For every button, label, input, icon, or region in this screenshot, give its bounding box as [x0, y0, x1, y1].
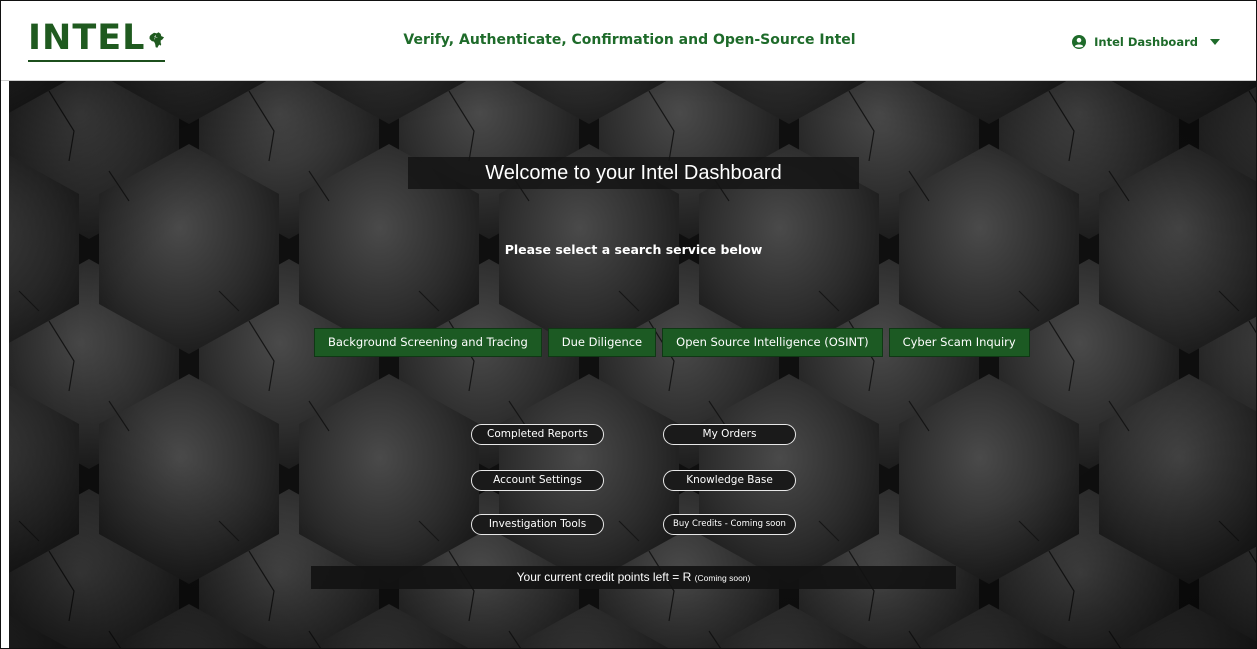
chevron-down-icon [1210, 39, 1220, 45]
background-screening-button[interactable]: Background Screening and Tracing [314, 328, 542, 357]
due-diligence-button[interactable]: Due Diligence [547, 328, 657, 357]
user-icon [1072, 35, 1087, 49]
credit-status-bar: Your current credit points left = R (Com… [311, 566, 956, 589]
credit-text: Your current credit points left = R [516, 570, 692, 584]
buy-credits-link[interactable]: Buy Credits - Coming soon [663, 514, 796, 535]
user-menu[interactable]: Intel Dashboard [1072, 35, 1220, 49]
osint-button[interactable]: Open Source Intelligence (OSINT) [662, 328, 883, 357]
account-settings-link[interactable]: Account Settings [471, 470, 604, 491]
user-menu-label: Intel Dashboard [1094, 35, 1198, 49]
dashboard-hero: Welcome to your Intel Dashboard Please s… [9, 81, 1256, 648]
service-buttons: Background Screening and Tracing Due Dil… [314, 328, 1030, 357]
completed-reports-link[interactable]: Completed Reports [471, 424, 604, 445]
top-header: INTEL Verify, Authenticate, Confirmation… [1, 1, 1256, 81]
header-title: Verify, Authenticate, Confirmation and O… [403, 32, 856, 48]
investigation-tools-link[interactable]: Investigation Tools [471, 514, 604, 535]
service-prompt: Please select a search service below [504, 242, 763, 257]
credit-note: (Coming soon) [694, 573, 751, 583]
cyber-scam-inquiry-button[interactable]: Cyber Scam Inquiry [888, 328, 1030, 357]
welcome-heading: Welcome to your Intel Dashboard [408, 157, 859, 189]
my-orders-link[interactable]: My Orders [663, 424, 796, 445]
app-window: INTEL Verify, Authenticate, Confirmation… [0, 0, 1257, 649]
knowledge-base-link[interactable]: Knowledge Base [663, 470, 796, 491]
